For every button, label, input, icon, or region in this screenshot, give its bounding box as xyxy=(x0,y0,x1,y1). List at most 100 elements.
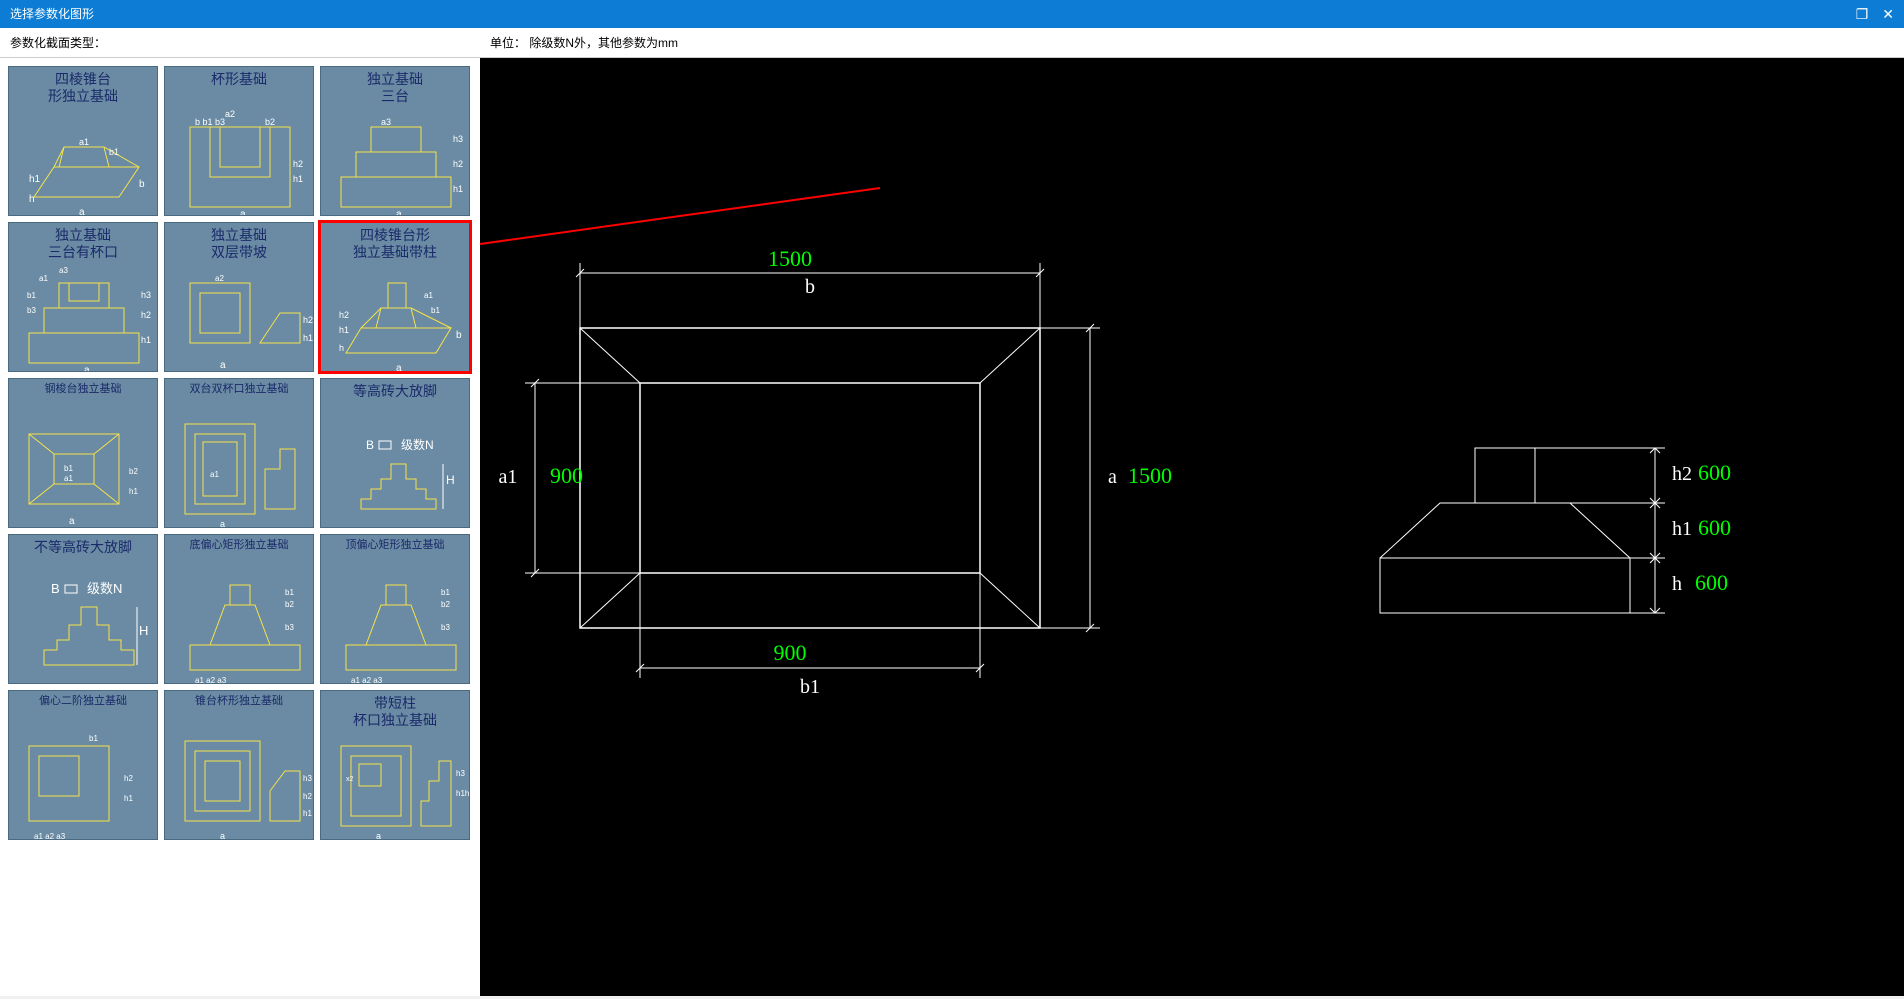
svg-text:x2: x2 xyxy=(346,776,354,783)
svg-text:h: h xyxy=(339,343,344,353)
dim-a-label: a xyxy=(1108,466,1117,488)
svg-text:a1: a1 xyxy=(424,291,433,300)
svg-text:H: H xyxy=(446,473,455,487)
sidebar: 四棱锥台 形独立基础 h1h ba a1b1杯形基础 b b1 b3 b2 h2… xyxy=(0,58,480,996)
thumb-10[interactable]: 底偏心矩形独立基础 b1b2b3 a1 a2 a3 xyxy=(164,534,314,684)
svg-text:b1: b1 xyxy=(89,734,98,743)
toolbar: 参数化截面类型： 单位： 除级数N外，其他参数为mm xyxy=(0,28,1904,58)
svg-text:a1: a1 xyxy=(64,474,73,483)
dim-h1-label: h1 xyxy=(1672,518,1692,540)
thumb-6[interactable]: 钢梭台独立基础 b1a1 b2h1 a xyxy=(8,378,158,528)
svg-text:b3: b3 xyxy=(27,306,36,315)
svg-text:h1: h1 xyxy=(124,794,133,803)
svg-text:b1: b1 xyxy=(109,147,119,157)
svg-text:h3: h3 xyxy=(456,769,465,778)
svg-text:a: a xyxy=(240,209,246,216)
plan-view: 1500 b 900 b1 xyxy=(499,246,1172,698)
svg-text:a: a xyxy=(396,363,402,372)
svg-text:a: a xyxy=(84,365,90,372)
dim-h1-value: 600 xyxy=(1698,515,1731,540)
elevation-view: h2 600 h1 600 h xyxy=(1380,448,1731,613)
svg-text:h1: h1 xyxy=(339,325,349,335)
svg-text:h1: h1 xyxy=(129,487,138,496)
svg-text:h3: h3 xyxy=(141,290,151,300)
thumb-1[interactable]: 杯形基础 b b1 b3 b2 h2h1 a a2 xyxy=(164,66,314,216)
svg-text:B: B xyxy=(366,438,374,452)
svg-text:b: b xyxy=(456,330,462,341)
svg-text:h2: h2 xyxy=(453,159,463,169)
svg-text:b1: b1 xyxy=(285,588,294,597)
svg-text:b2: b2 xyxy=(129,467,138,476)
thumb-2[interactable]: 独立基础 三台 h3h2h1 a a3 xyxy=(320,66,470,216)
svg-text:a1 a2 a3: a1 a2 a3 xyxy=(34,832,66,840)
svg-text:b1: b1 xyxy=(441,588,450,597)
dim-a-value: 1500 xyxy=(1128,463,1172,488)
svg-text:h1: h1 xyxy=(453,184,463,194)
type-label: 参数化截面类型： xyxy=(10,28,490,57)
svg-text:h1h2: h1h2 xyxy=(456,789,470,798)
dim-h-value: 600 xyxy=(1695,570,1728,595)
svg-text:b1: b1 xyxy=(27,291,36,300)
svg-text:级数N: 级数N xyxy=(87,581,122,596)
svg-text:h1: h1 xyxy=(141,335,151,345)
svg-text:a2: a2 xyxy=(225,109,235,119)
window-title: 选择参数化图形 xyxy=(10,0,94,28)
svg-text:h1: h1 xyxy=(303,809,312,818)
svg-text:b1: b1 xyxy=(64,464,73,473)
svg-text:a: a xyxy=(220,831,225,840)
svg-text:b2: b2 xyxy=(441,600,450,609)
svg-text:a1 a2 a3: a1 a2 a3 xyxy=(195,676,227,684)
thumb-4[interactable]: 独立基础 双层带坡 h2h1 a a2 xyxy=(164,222,314,372)
svg-text:h2: h2 xyxy=(141,310,151,320)
svg-text:a: a xyxy=(79,207,85,216)
thumb-14[interactable]: 带短柱 杯口独立基础 x2 h3h1h2 a xyxy=(320,690,470,840)
dim-b-value: 1500 xyxy=(768,246,812,271)
svg-text:a1: a1 xyxy=(210,470,219,479)
thumb-5[interactable]: 四棱锥台形 独立基础带柱 h2h1h a1b1 ba xyxy=(320,222,470,372)
close-icon[interactable]: ✕ xyxy=(1882,0,1894,28)
svg-text:b2: b2 xyxy=(285,600,294,609)
svg-text:B: B xyxy=(51,581,60,596)
svg-text:a: a xyxy=(376,831,381,840)
thumb-13[interactable]: 锥台杯形独立基础 h3h2h1 a xyxy=(164,690,314,840)
svg-text:H: H xyxy=(139,623,148,638)
svg-text:级数N: 级数N xyxy=(401,437,434,452)
dim-b1-label: b1 xyxy=(800,676,820,698)
dim-b-label: b xyxy=(805,276,815,298)
thumb-3[interactable]: 独立基础 三台有杯口 b1b3 a1a3 h3h2h1 a xyxy=(8,222,158,372)
svg-text:b3: b3 xyxy=(285,623,294,632)
svg-text:h1: h1 xyxy=(303,333,313,343)
svg-text:h2: h2 xyxy=(293,159,303,169)
thumb-8[interactable]: 等高砖大放脚 B级数N H xyxy=(320,378,470,528)
dim-h-label: h xyxy=(1672,573,1682,595)
svg-text:a: a xyxy=(69,516,75,527)
restore-icon[interactable]: ❐ xyxy=(1856,0,1869,28)
svg-text:h2: h2 xyxy=(303,315,313,325)
svg-text:a1 a2 a3: a1 a2 a3 xyxy=(351,676,383,684)
titlebar: 选择参数化图形 ❐ ✕ xyxy=(0,0,1904,28)
svg-text:h3: h3 xyxy=(303,774,312,783)
thumb-7[interactable]: 双台双杯口独立基础 a1 a xyxy=(164,378,314,528)
svg-text:a: a xyxy=(220,519,225,528)
dim-h2-value: 600 xyxy=(1698,460,1731,485)
svg-text:b: b xyxy=(139,179,145,190)
svg-text:b b1 b3: b b1 b3 xyxy=(195,117,225,127)
svg-text:h2: h2 xyxy=(124,774,133,783)
dim-a1-label: a1 xyxy=(499,466,518,488)
svg-text:h2: h2 xyxy=(339,310,349,320)
thumb-12[interactable]: 偏心二阶独立基础 b1 h2h1 a1 a2 a3 xyxy=(8,690,158,840)
svg-text:h3: h3 xyxy=(453,134,463,144)
dim-h2-label: h2 xyxy=(1672,463,1692,485)
svg-text:b3: b3 xyxy=(441,623,450,632)
svg-text:b1: b1 xyxy=(431,306,440,315)
thumb-9[interactable]: 不等高砖大放脚 B级数N H xyxy=(8,534,158,684)
dim-b1-value: 900 xyxy=(774,640,807,665)
dim-a1-value: 900 xyxy=(550,463,583,488)
svg-text:b2: b2 xyxy=(265,117,275,127)
svg-text:h2: h2 xyxy=(303,792,312,801)
svg-text:h1: h1 xyxy=(29,174,41,185)
annotation-arrow xyxy=(480,188,880,258)
preview-canvas: 1500 b 900 b1 xyxy=(480,58,1904,996)
thumb-11[interactable]: 顶偏心矩形独立基础 b1b2b3 a1 a2 a3 xyxy=(320,534,470,684)
thumb-0[interactable]: 四棱锥台 形独立基础 h1h ba a1b1 xyxy=(8,66,158,216)
